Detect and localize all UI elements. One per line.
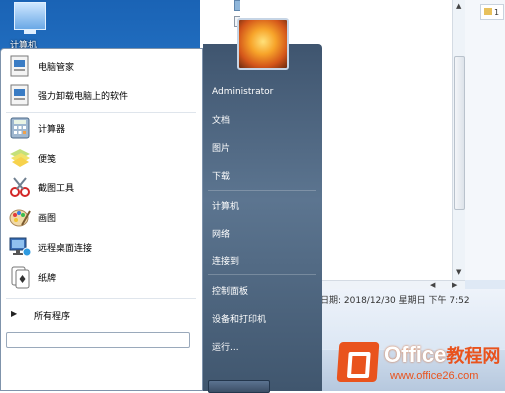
vertical-scrollbar[interactable]: ▲ ▼ (452, 0, 465, 280)
watermark-brand: Office教程网 (384, 342, 500, 368)
menu-item-devices-printers[interactable]: 设备和打印机 (212, 309, 316, 327)
folder-icon (484, 8, 492, 15)
menu-item-label: 控制面板 (212, 287, 249, 297)
program-label: 纸牌 (38, 274, 57, 284)
menu-item-label: Administrator (212, 87, 274, 97)
menu-item-label: 计算机 (212, 202, 240, 212)
menu-separator (6, 112, 196, 113)
program-remote-desktop[interactable]: 远程桌面连接 (4, 233, 198, 261)
menu-item-documents[interactable]: 文档 (212, 110, 316, 128)
program-label: 画图 (38, 214, 57, 224)
program-label: 计算器 (38, 125, 66, 135)
program-uninstaller[interactable]: 强力卸载电脑上的软件 (4, 81, 198, 109)
menu-item-network[interactable]: 网络 (212, 224, 316, 242)
sticky-notes-icon (10, 149, 30, 167)
menu-item-label: 运行... (212, 343, 239, 353)
watermark-brand-text: Office (384, 342, 447, 367)
menu-separator (208, 190, 316, 191)
program-calculator[interactable]: 计算器 (4, 114, 198, 142)
all-programs-label: 所有程序 (34, 312, 71, 322)
program-snipping-tool[interactable]: 截图工具 (4, 173, 198, 201)
menu-separator (6, 298, 196, 299)
program-pc-manager[interactable]: 电脑管家 (4, 52, 198, 80)
menu-item-computer[interactable]: 计算机 (212, 196, 316, 214)
watermark-url: www.office26.com (390, 370, 479, 382)
scroll-right-arrow-icon[interactable]: ▶ (452, 281, 457, 289)
menu-item-label: 网络 (212, 230, 231, 240)
scroll-down-arrow-icon[interactable]: ▼ (456, 268, 461, 276)
program-label: 远程桌面连接 (38, 244, 93, 254)
all-programs-button[interactable]: ▶ 所有程序 (4, 304, 198, 326)
menu-item-label: 连接到 (212, 257, 240, 267)
program-label: 电脑管家 (38, 63, 75, 73)
remote-desktop-icon (9, 237, 32, 257)
pc-manager-icon (10, 55, 29, 77)
details-date-text: 日期: 2018/12/30 星期日 下午 7:52 (320, 296, 470, 306)
menu-item-label: 图片 (212, 144, 231, 154)
user-avatar[interactable] (237, 18, 289, 70)
program-solitaire[interactable]: 纸牌 (4, 263, 198, 291)
menu-separator (208, 274, 316, 275)
program-label: 截图工具 (38, 184, 75, 194)
uninstaller-icon (10, 84, 29, 106)
office-logo-icon (336, 342, 380, 382)
folder-item-label: 1 (494, 8, 500, 17)
search-input[interactable] (6, 332, 190, 348)
snipping-tool-icon (10, 177, 30, 197)
menu-item-label: 下载 (212, 172, 231, 182)
arrow-right-icon: ▶ (11, 309, 18, 318)
solitaire-icon (11, 266, 30, 289)
menu-item-user[interactable]: Administrator (212, 84, 316, 102)
program-label: 便笺 (38, 155, 57, 165)
menu-item-connect-to[interactable]: 连接到 (212, 251, 316, 269)
program-label: 强力卸载电脑上的软件 (38, 92, 129, 102)
menu-item-pictures[interactable]: 图片 (212, 138, 316, 156)
preview-pane (465, 0, 505, 280)
paint-icon (9, 209, 31, 227)
menu-item-control-panel[interactable]: 控制面板 (212, 281, 316, 299)
menu-item-label: 文档 (212, 116, 231, 126)
scrollbar-thumb[interactable] (454, 56, 465, 210)
calculator-icon (10, 117, 30, 139)
shutdown-button[interactable] (208, 380, 270, 393)
folder-item[interactable]: 1 (480, 4, 504, 20)
program-paint[interactable]: 画图 (4, 203, 198, 231)
watermark: Office教程网 www.office26.com (332, 340, 502, 388)
scroll-up-arrow-icon[interactable]: ▲ (456, 2, 461, 10)
menu-item-label: 设备和打印机 (212, 315, 267, 325)
program-sticky-notes[interactable]: 便笺 (4, 144, 198, 172)
menu-item-run[interactable]: 运行... (212, 337, 316, 355)
watermark-brand-cn: 教程网 (446, 346, 501, 366)
scroll-left-arrow-icon[interactable]: ◀ (430, 281, 435, 289)
menu-item-downloads[interactable]: 下载 (212, 166, 316, 184)
computer-desktop-icon[interactable] (14, 2, 46, 34)
